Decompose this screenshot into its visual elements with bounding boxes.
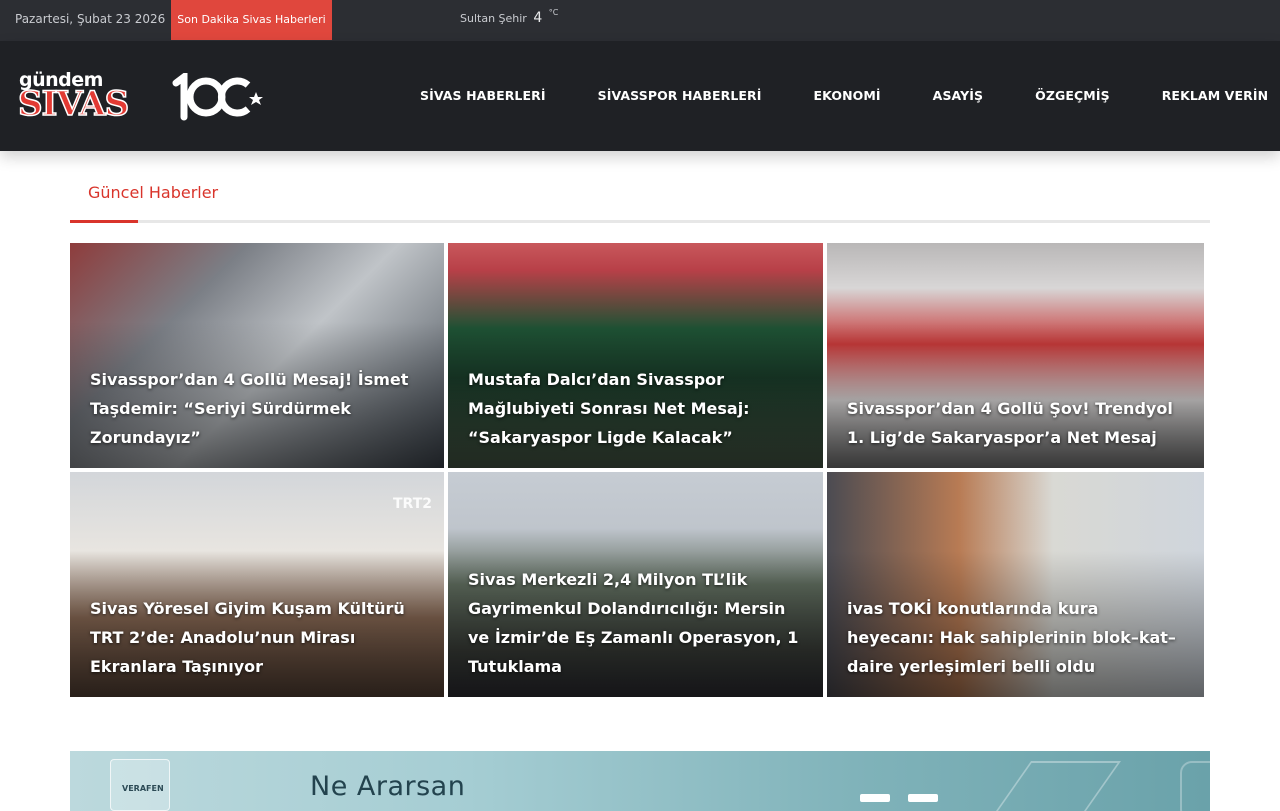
site-header: gündem SIVAS SİVAS HABERLERİ SİVASSPOR H… xyxy=(0,41,1280,151)
weather-widget: Sultan Şehir 4 °C xyxy=(460,8,559,26)
section-header: Güncel Haberler xyxy=(70,183,1210,223)
banner-decoration xyxy=(908,794,938,802)
news-card[interactable]: Sivasspor’dan 4 Gollü Şov! Trendyol 1. L… xyxy=(827,243,1204,468)
news-headline[interactable]: ivas TOKİ konutlarında kura heyecanı: Ha… xyxy=(847,594,1186,681)
weather-temperature: 4 xyxy=(533,10,543,26)
news-headline[interactable]: Sivasspor’dan 4 Gollü Mesaj! İsmet Taşde… xyxy=(90,365,426,452)
section-title: Güncel Haberler xyxy=(88,183,219,202)
news-headline[interactable]: Sivasspor’dan 4 Gollü Şov! Trendyol 1. L… xyxy=(847,394,1186,452)
news-card[interactable]: ivas TOKİ konutlarında kura heyecanı: Ha… xyxy=(827,472,1204,697)
banner-brand: VERAFEN xyxy=(122,784,164,793)
news-card[interactable]: Sivasspor’dan 4 Gollü Mesaj! İsmet Taşde… xyxy=(70,243,444,468)
breaking-news-link[interactable]: Son Dakika Sivas Haberleri xyxy=(171,0,332,40)
nav-item-sivas-haberleri[interactable]: SİVAS HABERLERİ xyxy=(420,88,546,103)
news-headline[interactable]: Mustafa Dalcı’dan Sivasspor Mağlubiyeti … xyxy=(468,365,805,452)
nav-item-asayis[interactable]: ASAYİŞ xyxy=(933,88,983,103)
banner-headline: Ne Ararsan xyxy=(310,771,466,802)
news-headline[interactable]: Sivas Merkezli 2,4 Milyon TL’lik Gayrime… xyxy=(468,565,805,681)
site-logo[interactable]: gündem SIVAS xyxy=(17,69,148,124)
section-title-underline xyxy=(70,220,138,223)
news-card[interactable]: Mustafa Dalcı’dan Sivasspor Mağlubiyeti … xyxy=(448,243,823,468)
main-nav: SİVAS HABERLERİ SİVASSPOR HABERLERİ EKON… xyxy=(420,88,1280,103)
nav-item-ozgecmis[interactable]: ÖZGEÇMİŞ xyxy=(1035,88,1110,103)
current-date: Pazartesi, Şubat 23 2026 xyxy=(15,12,166,26)
news-headline[interactable]: Sivas Yöresel Giyim Kuşam Kültürü TRT 2’… xyxy=(90,594,426,681)
nav-item-ekonomi[interactable]: EKONOMİ xyxy=(814,88,881,103)
centenary-100-logo xyxy=(166,70,266,121)
weather-unit: °C xyxy=(548,8,559,17)
trt2-watermark: TRT2 xyxy=(393,496,432,512)
weather-location: Sultan Şehir xyxy=(460,12,527,25)
nav-item-reklam-verin[interactable]: REKLAM VERİN xyxy=(1162,88,1268,103)
banner-decoration xyxy=(1180,761,1210,811)
logo-main-text: SIVAS xyxy=(17,84,130,124)
news-card[interactable]: TRT2 Sivas Yöresel Giyim Kuşam Kültürü T… xyxy=(70,472,444,697)
nav-item-sivasspor-haberleri[interactable]: SİVASSPOR HABERLERİ xyxy=(598,88,762,103)
banner-decoration xyxy=(988,761,1122,811)
news-card[interactable]: Sivas Merkezli 2,4 Milyon TL’lik Gayrime… xyxy=(448,472,823,697)
ad-banner[interactable]: VERAFEN Ne Ararsan xyxy=(70,751,1210,811)
banner-decoration xyxy=(860,794,890,802)
top-bar: Pazartesi, Şubat 23 2026 Son Dakika Siva… xyxy=(0,0,1280,41)
